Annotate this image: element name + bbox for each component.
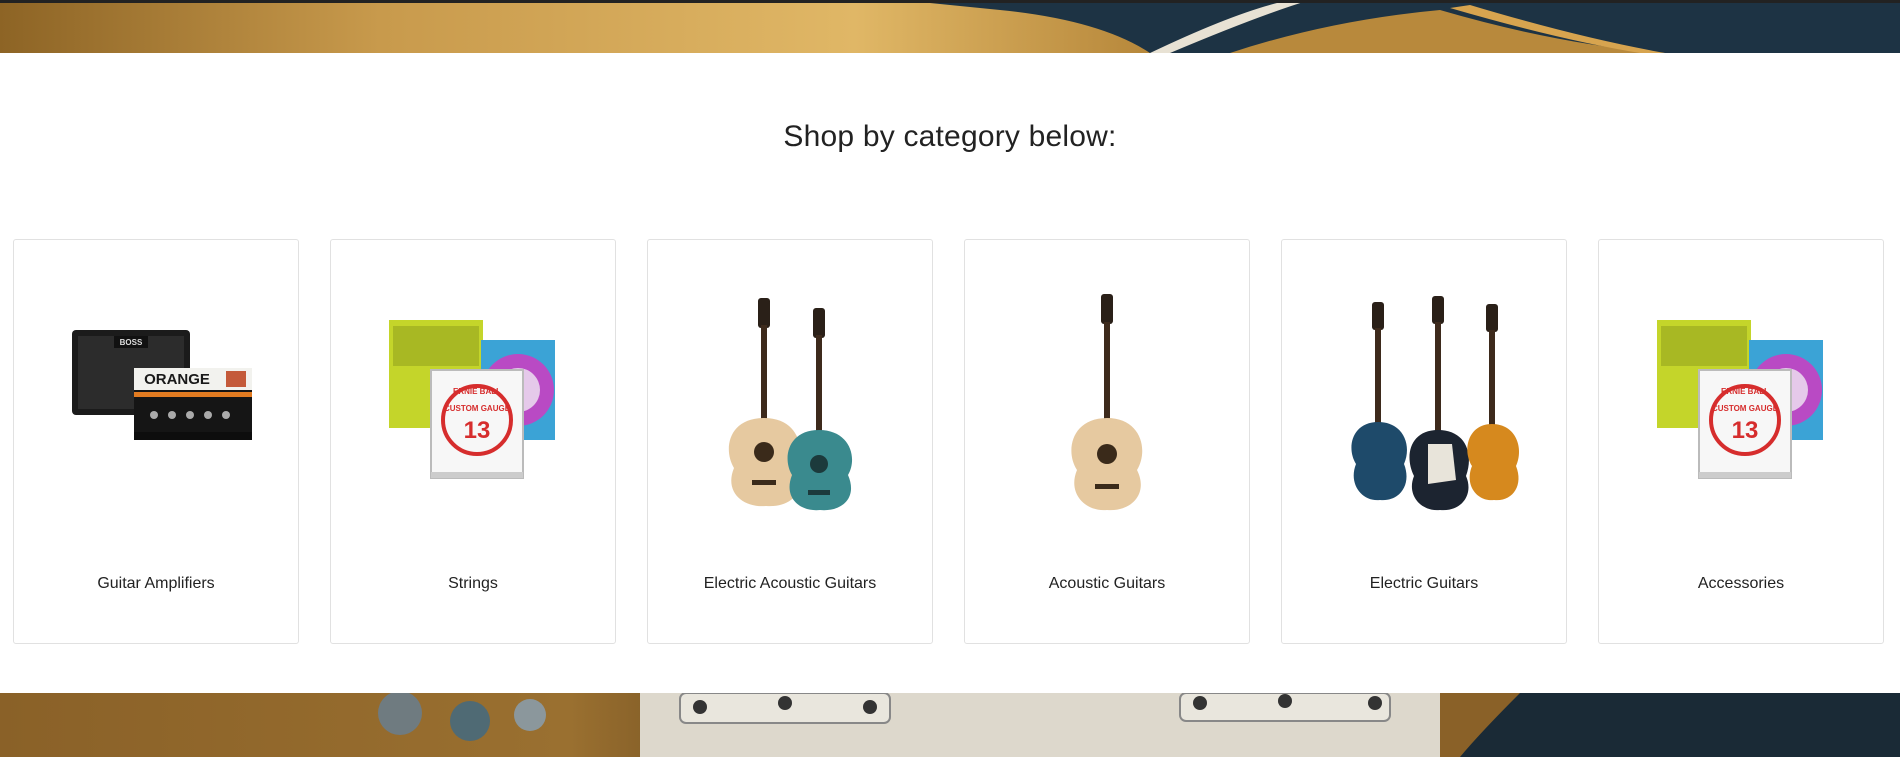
- electric-acoustic-guitars-icon: [648, 280, 932, 520]
- electric-guitars-icon: [1282, 280, 1566, 520]
- category-card-acoustic-guitars[interactable]: Acoustic Guitars: [964, 239, 1250, 644]
- category-label: Electric Acoustic Guitars: [703, 575, 877, 592]
- category-card-electric-acoustic-guitars[interactable]: Electric Acoustic Guitars: [647, 239, 933, 644]
- strings-gauge: 13: [464, 417, 491, 444]
- strings-pack-icon: ERNIE BALL CUSTOM GAUGE 13: [331, 280, 615, 520]
- bottom-banner-image: [0, 693, 1900, 757]
- amp-brand-front: ORANGE: [144, 371, 210, 388]
- category-card-strings[interactable]: ERNIE BALL CUSTOM GAUGE 13 Strings: [330, 239, 616, 644]
- category-label: Accessories: [1697, 575, 1785, 592]
- strings-gauge: 13: [1732, 417, 1759, 444]
- category-label: Electric Guitars: [1369, 575, 1479, 592]
- strings-brand: ERNIE BALL: [453, 387, 501, 396]
- accessories-icon: ERNIE BALL CUSTOM GAUGE 13: [1599, 280, 1883, 520]
- category-card-guitar-amplifiers[interactable]: BOSS ORANGE Guitar Amplifiers: [13, 239, 299, 644]
- top-banner-image: [0, 0, 1900, 53]
- category-card-electric-guitars[interactable]: Electric Guitars: [1281, 239, 1567, 644]
- category-label: Guitar Amplifiers: [97, 575, 215, 592]
- category-card-accessories[interactable]: ERNIE BALL CUSTOM GAUGE 13 Accessories: [1598, 239, 1884, 644]
- category-label: Acoustic Guitars: [1048, 575, 1166, 592]
- strings-pack-text: CUSTOM GAUGE: [444, 404, 511, 413]
- acoustic-guitar-icon: [965, 280, 1249, 520]
- category-label: Strings: [448, 575, 498, 592]
- amplifier-icon: BOSS ORANGE: [14, 280, 298, 520]
- strings-brand: ERNIE BALL: [1721, 387, 1769, 396]
- page-heading: Shop by category below:: [783, 120, 1117, 153]
- strings-pack-text: CUSTOM GAUGE: [1712, 404, 1779, 413]
- amp-brand-top: BOSS: [120, 338, 143, 347]
